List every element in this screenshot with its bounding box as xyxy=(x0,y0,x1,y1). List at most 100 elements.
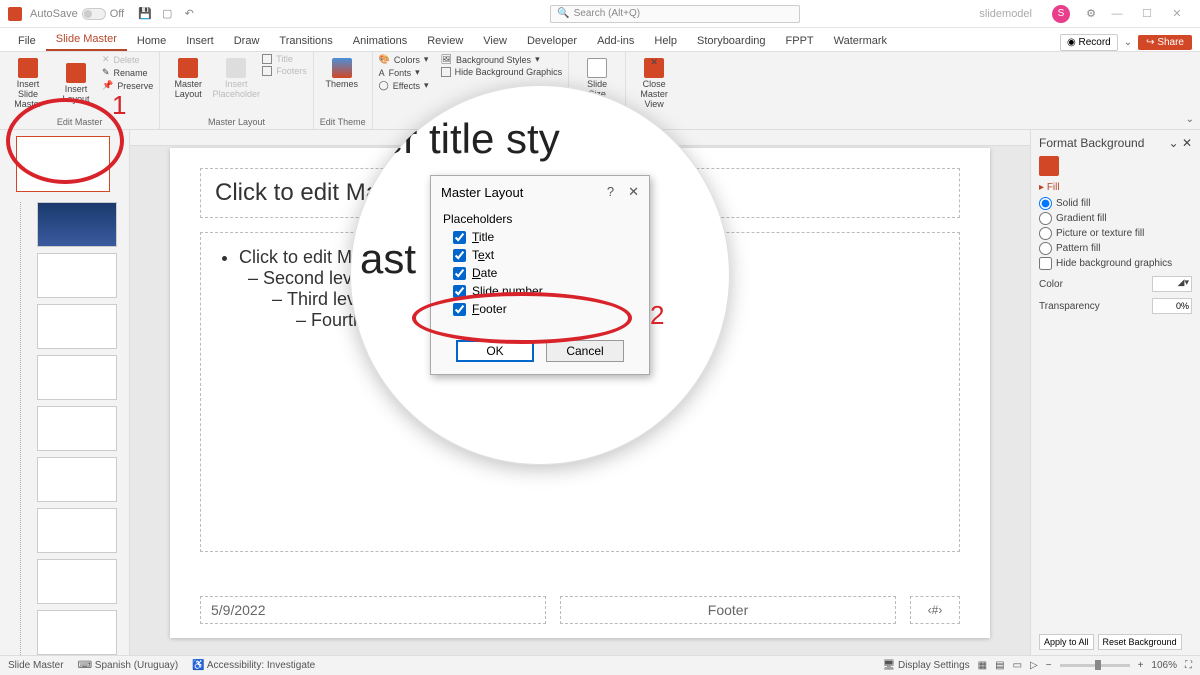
picture-fill-radio[interactable]: Picture or texture fill xyxy=(1039,227,1192,240)
tab-view[interactable]: View xyxy=(473,31,517,51)
minimize-button[interactable]: — xyxy=(1102,4,1132,24)
view-normal-icon[interactable]: ▦ xyxy=(978,660,987,671)
tab-watermark[interactable]: Watermark xyxy=(824,31,897,51)
display-settings-button[interactable]: 🖥 Display Settings xyxy=(882,660,969,671)
accessibility-button[interactable]: ♿ Accessibility: Investigate xyxy=(192,660,315,671)
title-checkbox[interactable] xyxy=(453,231,466,244)
preserve-button[interactable]: 📌 Preserve xyxy=(102,80,153,91)
fit-to-window-icon[interactable]: ⛶ xyxy=(1185,660,1192,671)
footer-row: 5/9/2022 Footer ‹#› xyxy=(200,596,960,624)
footer-checkbox-row[interactable]: Footer xyxy=(453,302,637,316)
thumbnail-layout[interactable] xyxy=(37,508,117,553)
transparency-input[interactable] xyxy=(1152,298,1192,314)
tab-insert[interactable]: Insert xyxy=(176,31,224,51)
save-icon[interactable]: 💾 xyxy=(138,7,152,21)
close-master-view-button[interactable]: ✕Close Master View xyxy=(632,54,676,110)
tab-transitions[interactable]: Transitions xyxy=(269,31,342,51)
rename-button[interactable]: ✎ Rename xyxy=(102,67,153,78)
tab-help[interactable]: Help xyxy=(644,31,687,51)
tab-addins[interactable]: Add-ins xyxy=(587,31,644,51)
thumbnail-layout[interactable] xyxy=(37,355,117,400)
colors-dropdown[interactable]: 🎨 Colors ▾ xyxy=(379,54,429,65)
tab-animations[interactable]: Animations xyxy=(343,31,417,51)
thumbnail-layout[interactable] xyxy=(37,610,117,655)
pattern-fill-radio[interactable]: Pattern fill xyxy=(1039,242,1192,255)
insert-slide-master-button[interactable]: Insert Slide Master xyxy=(6,54,50,110)
tab-draw[interactable]: Draw xyxy=(224,31,270,51)
text-checkbox-row[interactable]: Text xyxy=(453,248,637,262)
view-sorter-icon[interactable]: ▤ xyxy=(995,660,1004,671)
title-checkbox-row[interactable]: TTitleitle xyxy=(453,230,637,244)
fill-bucket-icon[interactable] xyxy=(1039,156,1059,176)
thumbnail-layout[interactable] xyxy=(37,406,117,451)
master-layout-button[interactable]: Master Layout xyxy=(166,54,210,100)
gradient-fill-radio[interactable]: Gradient fill xyxy=(1039,212,1192,225)
slide-number-placeholder[interactable]: ‹#› xyxy=(910,596,960,624)
tab-slide-master[interactable]: Slide Master xyxy=(46,29,127,51)
view-reading-icon[interactable]: ▭ xyxy=(1013,660,1022,671)
color-picker[interactable]: ◢▾ xyxy=(1152,276,1192,292)
insert-layout-button[interactable]: Insert Layout xyxy=(54,54,98,110)
thumbnail-layout[interactable] xyxy=(37,253,117,298)
fill-section[interactable]: ▸ Fill xyxy=(1039,182,1192,193)
tab-fppt[interactable]: FPPT xyxy=(776,31,824,51)
date-placeholder[interactable]: 5/9/2022 xyxy=(200,596,546,624)
ribbon-options-icon[interactable]: ⚙ xyxy=(1084,7,1098,21)
thumbnail-layout[interactable] xyxy=(37,559,117,604)
themes-button[interactable]: Themes xyxy=(320,54,364,90)
undo-icon[interactable]: ↶ xyxy=(182,7,196,21)
share-button[interactable]: ↪ Share xyxy=(1138,35,1192,50)
pane-close-icon[interactable]: ✕ xyxy=(1182,136,1192,150)
thumbnail-layout[interactable] xyxy=(37,457,117,502)
date-checkbox[interactable] xyxy=(453,267,466,280)
date-checkbox-row[interactable]: Date xyxy=(453,266,637,280)
user-avatar[interactable]: S xyxy=(1052,5,1070,23)
zoom-slider[interactable] xyxy=(1060,664,1130,667)
ok-button[interactable]: OK xyxy=(456,340,534,362)
thumbnail-master[interactable] xyxy=(16,136,110,192)
language-button[interactable]: ⌨ Spanish (Uruguay) xyxy=(78,660,179,671)
present-icon[interactable]: ▢ xyxy=(160,7,174,21)
zoom-in-button[interactable]: + xyxy=(1138,660,1144,671)
effects-dropdown[interactable]: ◯ Effects ▾ xyxy=(379,80,429,91)
pane-options-icon[interactable]: ⌄ xyxy=(1169,136,1179,150)
dialog-close-icon[interactable]: ✕ xyxy=(628,184,639,200)
bg-styles-dropdown[interactable]: 🖼 Background Styles ▾ xyxy=(441,54,563,65)
format-background-pane: Format Background ⌄ ✕ ▸ Fill Solid fill … xyxy=(1030,130,1200,655)
dialog-help-icon[interactable]: ? xyxy=(607,184,614,200)
close-button[interactable]: ✕ xyxy=(1162,4,1192,24)
fonts-dropdown[interactable]: A Fonts ▾ xyxy=(379,67,429,78)
view-slideshow-icon[interactable]: ▷ xyxy=(1030,660,1038,671)
slide-number-checkbox-row[interactable]: Slide number xyxy=(453,284,637,298)
maximize-button[interactable]: ☐ xyxy=(1132,4,1162,24)
record-button[interactable]: ◉ Record xyxy=(1060,34,1118,51)
text-checkbox[interactable] xyxy=(453,249,466,262)
tab-storyboarding[interactable]: Storyboarding xyxy=(687,31,776,51)
search-input[interactable]: 🔍 Search (Alt+Q) xyxy=(550,5,800,23)
thumbnail-layout[interactable] xyxy=(37,304,117,349)
cancel-button[interactable]: Cancel xyxy=(546,340,624,362)
solid-fill-radio[interactable]: Solid fill xyxy=(1039,197,1192,210)
apply-to-all-button[interactable]: Apply to All xyxy=(1039,634,1094,650)
hide-bg-checkbox[interactable]: Hide background graphics xyxy=(1039,257,1192,270)
slide-number-checkbox[interactable] xyxy=(453,285,466,298)
tab-home[interactable]: Home xyxy=(127,31,176,51)
color-row: Color ◢▾ xyxy=(1039,276,1192,292)
reset-background-button[interactable]: Reset Background xyxy=(1098,634,1182,650)
zoom-level[interactable]: 106% xyxy=(1151,660,1177,671)
footer-checkbox[interactable] xyxy=(453,303,466,316)
pane-title: Format Background xyxy=(1039,136,1144,150)
thumbnail-panel[interactable] xyxy=(0,130,130,655)
collapse-ribbon-icon[interactable]: ⌄ xyxy=(1186,114,1194,125)
hide-bg-checkbox[interactable]: Hide Background Graphics xyxy=(441,67,563,77)
chevron-down-icon[interactable]: ⌄ xyxy=(1124,37,1132,48)
search-container: 🔍 Search (Alt+Q) xyxy=(550,5,800,23)
tab-developer[interactable]: Developer xyxy=(517,31,587,51)
dialog-titlebar[interactable]: Master Layout ? ✕ xyxy=(431,176,649,208)
zoom-out-button[interactable]: − xyxy=(1046,660,1052,671)
tab-review[interactable]: Review xyxy=(417,31,473,51)
thumbnail-layout[interactable] xyxy=(37,202,117,247)
autosave-toggle[interactable]: AutoSave Off xyxy=(30,8,124,20)
footer-placeholder[interactable]: Footer xyxy=(560,596,896,624)
tab-file[interactable]: File xyxy=(8,31,46,51)
